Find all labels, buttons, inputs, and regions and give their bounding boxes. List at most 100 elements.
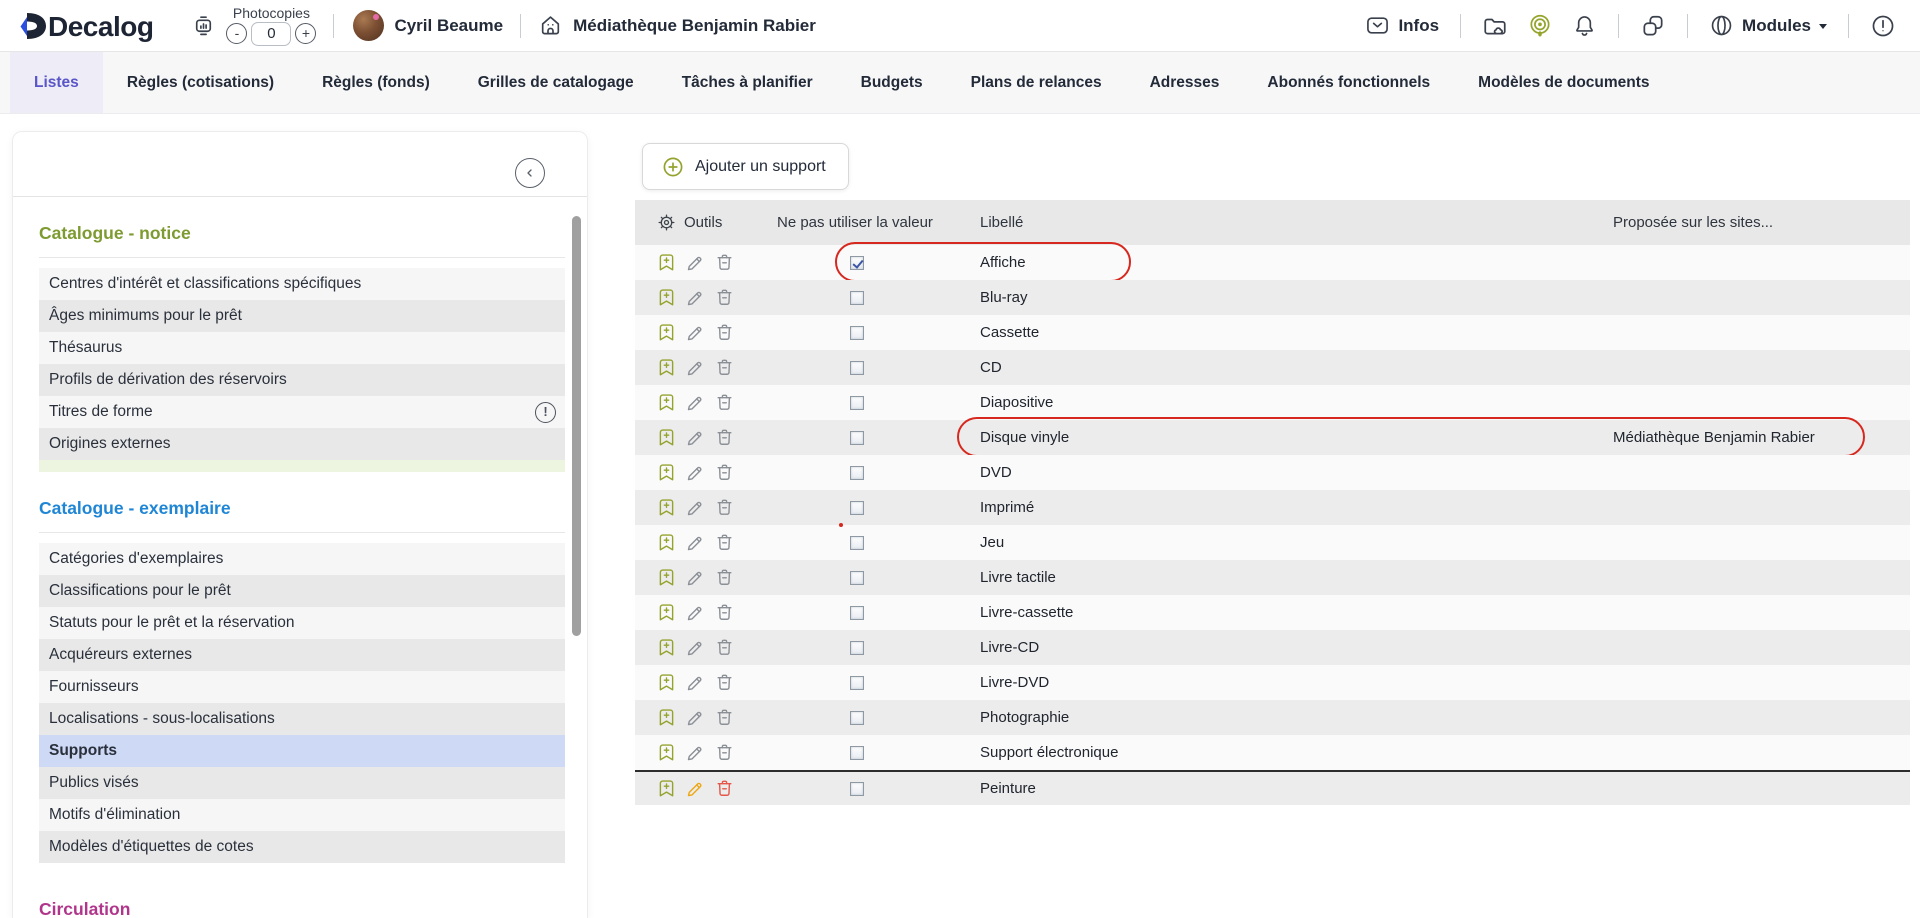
sidebar-item-origines-externes[interactable]: Origines externes ! [39, 428, 565, 460]
delete-trash-icon[interactable] [714, 427, 735, 448]
delete-trash-icon[interactable] [714, 602, 735, 623]
sidebar-item-modeles-d-etiquettes-de-cotes[interactable]: Modèles d'étiquettes de cotes ! [39, 831, 565, 863]
bookmark-add-icon[interactable] [656, 392, 677, 413]
delete-trash-icon[interactable] [714, 462, 735, 483]
delete-trash-icon[interactable] [714, 567, 735, 588]
sidebar-item-fournisseurs[interactable]: Fournisseurs ! [39, 671, 565, 703]
sidebar-item-categories-d-exemplaires[interactable]: Catégories d'exemplaires ! [39, 543, 565, 575]
stack-copy-icon[interactable] [1640, 13, 1666, 39]
bookmark-add-icon[interactable] [656, 602, 677, 623]
tab-adresses[interactable]: Adresses [1126, 52, 1244, 113]
photocopies-minus-button[interactable]: - [226, 23, 247, 44]
delete-trash-icon[interactable] [714, 497, 735, 518]
not-use-value-checkbox[interactable] [850, 361, 864, 375]
tab-modeles-de-documents[interactable]: Modèles de documents [1454, 52, 1673, 113]
sidebar-item-centres-d-interet-et-classifications-specifiques[interactable]: Centres d'intérêt et classifications spé… [39, 268, 565, 300]
edit-pencil-icon[interactable] [685, 322, 706, 343]
bookmark-add-icon[interactable] [656, 357, 677, 378]
tab-plans-de-relances[interactable]: Plans de relances [947, 52, 1126, 113]
column-header-tools[interactable]: Outils [684, 214, 722, 231]
sidebar-item-localisations-sous-localisations[interactable]: Localisations - sous-localisations ! [39, 703, 565, 735]
not-use-value-checkbox[interactable] [850, 641, 864, 655]
not-use-value-checkbox[interactable] [850, 431, 864, 445]
delete-trash-icon[interactable] [714, 252, 735, 273]
tab-regles-fonds[interactable]: Règles (fonds) [298, 52, 454, 113]
user-avatar[interactable] [353, 10, 384, 41]
photocopies-value[interactable]: 0 [251, 22, 291, 46]
edit-pencil-icon[interactable] [685, 357, 706, 378]
edit-pencil-icon[interactable] [685, 252, 706, 273]
delete-trash-icon[interactable] [714, 778, 735, 799]
sidebar-item-motifs-d-elimination[interactable]: Motifs d'élimination ! [39, 799, 565, 831]
bookmark-add-icon[interactable] [656, 637, 677, 658]
edit-pencil-icon[interactable] [685, 707, 706, 728]
not-use-value-checkbox[interactable] [850, 711, 864, 725]
not-use-value-checkbox[interactable] [850, 782, 864, 796]
delete-trash-icon[interactable] [714, 322, 735, 343]
delete-trash-icon[interactable] [714, 287, 735, 308]
not-use-value-checkbox[interactable] [850, 676, 864, 690]
not-use-value-checkbox[interactable] [850, 256, 864, 270]
delete-trash-icon[interactable] [714, 532, 735, 553]
delete-trash-icon[interactable] [714, 672, 735, 693]
tab-taches-a-planifier[interactable]: Tâches à planifier [658, 52, 837, 113]
sidebar-collapse-button[interactable] [515, 158, 545, 188]
modules-menu-button[interactable]: Modules [1709, 13, 1827, 38]
edit-pencil-icon[interactable] [685, 392, 706, 413]
add-support-button[interactable]: Ajouter un support [642, 143, 849, 190]
edit-pencil-icon[interactable] [685, 672, 706, 693]
broadcast-icon[interactable] [1527, 13, 1553, 39]
bookmark-add-icon[interactable] [656, 672, 677, 693]
delete-trash-icon[interactable] [714, 637, 735, 658]
not-use-value-checkbox[interactable] [850, 466, 864, 480]
sidebar-item-thesaurus[interactable]: Thésaurus ! [39, 332, 565, 364]
sidebar-item-classifications-pour-le-pret[interactable]: Classifications pour le prêt ! [39, 575, 565, 607]
bookmark-add-icon[interactable] [656, 287, 677, 308]
bookmark-add-icon[interactable] [656, 532, 677, 553]
not-use-value-checkbox[interactable] [850, 571, 864, 585]
edit-pencil-icon[interactable] [685, 637, 706, 658]
tab-regles-cotisations[interactable]: Règles (cotisations) [103, 52, 298, 113]
bookmark-add-icon[interactable] [656, 778, 677, 799]
not-use-value-checkbox[interactable] [850, 291, 864, 305]
not-use-value-checkbox[interactable] [850, 536, 864, 550]
sidebar-item-titres-de-forme[interactable]: Titres de forme ! [39, 396, 565, 428]
tab-listes[interactable]: Listes [10, 52, 103, 113]
edit-pencil-icon[interactable] [685, 567, 706, 588]
bookmark-add-icon[interactable] [656, 707, 677, 728]
tab-abonnes-fonctionnels[interactable]: Abonnés fonctionnels [1243, 52, 1454, 113]
bookmark-add-icon[interactable] [656, 252, 677, 273]
infos-button[interactable]: Infos [1365, 13, 1439, 38]
tab-grilles-de-catalogage[interactable]: Grilles de catalogage [454, 52, 658, 113]
bookmark-add-icon[interactable] [656, 322, 677, 343]
not-use-value-checkbox[interactable] [850, 501, 864, 515]
sidebar-scrollbar-thumb[interactable] [572, 216, 581, 636]
bookmark-add-icon[interactable] [656, 497, 677, 518]
delete-trash-icon[interactable] [714, 742, 735, 763]
info-circle-icon[interactable] [1870, 13, 1896, 39]
bookmark-add-icon[interactable] [656, 462, 677, 483]
bell-icon[interactable] [1572, 13, 1597, 38]
delete-trash-icon[interactable] [714, 392, 735, 413]
edit-pencil-icon[interactable] [685, 462, 706, 483]
sidebar-item-profils-de-derivation-des-reservoirs[interactable]: Profils de dérivation des réservoirs ! [39, 364, 565, 396]
column-header-sites[interactable]: Proposée sur les sites... [1610, 214, 1910, 231]
sidebar-item-publics-vises[interactable]: Publics visés ! [39, 767, 565, 799]
not-use-value-checkbox[interactable] [850, 746, 864, 760]
not-use-value-checkbox[interactable] [850, 606, 864, 620]
edit-pencil-icon[interactable] [685, 497, 706, 518]
not-use-value-checkbox[interactable] [850, 326, 864, 340]
not-use-value-checkbox[interactable] [850, 396, 864, 410]
delete-trash-icon[interactable] [714, 707, 735, 728]
edit-pencil-icon[interactable] [685, 427, 706, 448]
decalog-logo[interactable]: Decalog [18, 11, 153, 41]
edit-pencil-icon[interactable] [685, 532, 706, 553]
edit-pencil-icon[interactable] [685, 287, 706, 308]
edit-pencil-icon[interactable] [685, 778, 706, 799]
tab-budgets[interactable]: Budgets [837, 52, 947, 113]
column-header-not-use-value[interactable]: Ne pas utiliser la valeur [777, 214, 949, 231]
bookmark-add-icon[interactable] [656, 427, 677, 448]
column-header-label[interactable]: Libellé [980, 214, 1610, 231]
photocopies-plus-button[interactable]: + [295, 23, 316, 44]
sidebar-item-acquereurs-externes[interactable]: Acquéreurs externes ! [39, 639, 565, 671]
